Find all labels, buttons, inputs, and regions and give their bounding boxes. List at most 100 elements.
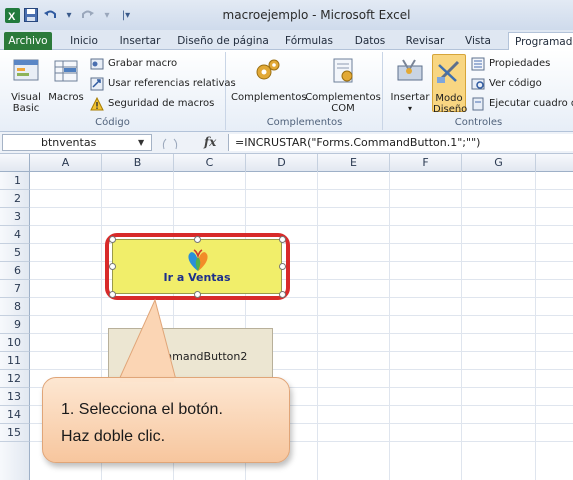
group-complementos: Complementos Complementos COM Complement…: [227, 52, 383, 130]
tab-formulas[interactable]: Fórmulas: [280, 32, 338, 50]
column-header-f[interactable]: F: [390, 154, 462, 172]
propiedades-label: Propiedades: [489, 58, 551, 69]
column-header-c[interactable]: C: [174, 154, 246, 172]
group-controles: Insertar ▾ Modo Diseño Propiedades Ver c…: [384, 52, 573, 130]
chevron-down-icon[interactable]: ▼: [138, 138, 144, 147]
insertar-control-button[interactable]: Insertar ▾: [388, 56, 432, 114]
ejecutar-cuadro-button[interactable]: Ejecutar cuadro de: [471, 96, 573, 112]
butterfly-logo-icon: [188, 249, 208, 271]
tab-vista[interactable]: Vista: [458, 32, 498, 50]
warning-icon: [90, 97, 104, 111]
modo-diseno-button[interactable]: Modo Diseño: [432, 54, 467, 115]
visual-basic-label: Visual Basic: [11, 92, 41, 114]
toolbox-icon: [397, 59, 423, 81]
row-header[interactable]: 5: [0, 244, 30, 262]
group-codigo: Visual Basic Macros Grabar macro Usar re…: [0, 52, 236, 130]
ejecutar-cuadro-label: Ejecutar cuadro de: [489, 98, 573, 109]
resize-handle[interactable]: [194, 291, 201, 298]
formula-bar: btnventas ▼ fx =INCRUSTAR("Forms.Command…: [0, 132, 573, 154]
com-addins-icon: [333, 58, 353, 83]
macros-button[interactable]: Macros: [48, 56, 84, 103]
gridline: [30, 315, 573, 316]
row-header[interactable]: 11: [0, 352, 30, 370]
row-header[interactable]: 2: [0, 190, 30, 208]
properties-icon: [471, 57, 485, 71]
run-dialog-icon: [472, 97, 484, 111]
callout-line-1: 1. Selecciona el botón.: [61, 401, 223, 418]
row-header[interactable]: 12: [0, 370, 30, 388]
resize-handle[interactable]: [194, 236, 201, 243]
column-header-b[interactable]: B: [102, 154, 174, 172]
group-label-complementos: Complementos: [266, 117, 343, 128]
column-header-d[interactable]: D: [246, 154, 318, 172]
propiedades-button[interactable]: Propiedades: [471, 56, 550, 72]
row-header[interactable]: 8: [0, 298, 30, 316]
seguridad-macros-button[interactable]: Seguridad de macros: [90, 96, 214, 112]
gridline: [30, 189, 573, 190]
complementos-com-button[interactable]: Complementos COM: [305, 56, 381, 114]
ver-codigo-label: Ver código: [489, 78, 542, 89]
resize-handle[interactable]: [279, 291, 286, 298]
column-header-e[interactable]: E: [318, 154, 390, 172]
ribbon-tabs: Archivo Inicio Insertar Diseño de página…: [0, 30, 573, 50]
row-header[interactable]: 6: [0, 262, 30, 280]
tab-datos[interactable]: Datos: [348, 32, 392, 50]
seguridad-macros-label: Seguridad de macros: [108, 98, 215, 109]
ver-codigo-button[interactable]: Ver código: [471, 76, 542, 92]
row-header[interactable]: 4: [0, 226, 30, 244]
grabar-macro-button[interactable]: Grabar macro: [90, 56, 177, 72]
callout-line-2: Haz doble clic.: [61, 428, 166, 445]
column-header-g[interactable]: G: [462, 154, 536, 172]
instruction-callout: 1. Selecciona el botón. Haz doble clic.: [42, 377, 290, 463]
tab-revisar[interactable]: Revisar: [400, 32, 450, 50]
row-header[interactable]: 14: [0, 406, 30, 424]
resize-handle[interactable]: [279, 236, 286, 243]
record-macro-icon: [90, 58, 104, 70]
row-header[interactable]: 1: [0, 172, 30, 190]
row-header-empty: [0, 442, 30, 480]
window-title: macroejemplo - Microsoft Excel: [222, 8, 411, 22]
tab-insertar[interactable]: Insertar: [114, 32, 166, 50]
gridline: [461, 172, 462, 480]
column-headers: A B C D E F G: [0, 154, 573, 172]
row-header[interactable]: 7: [0, 280, 30, 298]
row-header[interactable]: 3: [0, 208, 30, 226]
complementos-com-label-2: COM: [331, 103, 355, 114]
column-header-a[interactable]: A: [30, 154, 102, 172]
gear-icon: [256, 59, 280, 80]
row-header[interactable]: 15: [0, 424, 30, 442]
row-header[interactable]: 10: [0, 334, 30, 352]
insertar-label: Insertar: [390, 92, 430, 103]
view-code-icon: [471, 78, 485, 90]
ir-a-ventas-button[interactable]: Ir a Ventas: [112, 239, 282, 294]
tab-diseno-pagina[interactable]: Diseño de página: [176, 32, 270, 50]
insert-function-icon[interactable]: fx: [204, 135, 216, 149]
column-header-h[interactable]: [536, 154, 573, 172]
row-header[interactable]: 13: [0, 388, 30, 406]
resize-handle[interactable]: [109, 263, 116, 270]
complementos-com-label-1: Complementos: [305, 92, 381, 103]
tab-inicio[interactable]: Inicio: [62, 32, 106, 50]
chevron-down-icon: ▾: [407, 104, 412, 113]
group-label-codigo: Código: [95, 117, 130, 128]
name-box[interactable]: btnventas: [2, 134, 152, 151]
gridline: [30, 225, 573, 226]
complementos-button[interactable]: Complementos: [231, 56, 307, 103]
gridline: [317, 172, 318, 480]
resize-handle[interactable]: [109, 236, 116, 243]
macros-label: Macros: [48, 92, 84, 103]
usar-referencias-button[interactable]: Usar referencias relativas: [90, 76, 236, 92]
tab-archivo[interactable]: Archivo: [4, 32, 52, 50]
formula-expand-icon[interactable]: [160, 136, 180, 150]
formula-input[interactable]: =INCRUSTAR("Forms.CommandButton.1";""): [228, 134, 573, 151]
command-button-2[interactable]: CommandButton2: [108, 328, 273, 383]
gridline: [30, 207, 573, 208]
resize-handle[interactable]: [279, 263, 286, 270]
complementos-label: Complementos: [231, 92, 307, 103]
row-header[interactable]: 9: [0, 316, 30, 334]
resize-handle[interactable]: [109, 291, 116, 298]
relative-refs-icon: [90, 77, 104, 91]
tab-programador[interactable]: Programador: [508, 32, 573, 50]
select-all-corner[interactable]: [0, 154, 30, 172]
visual-basic-button[interactable]: Visual Basic: [6, 56, 46, 114]
